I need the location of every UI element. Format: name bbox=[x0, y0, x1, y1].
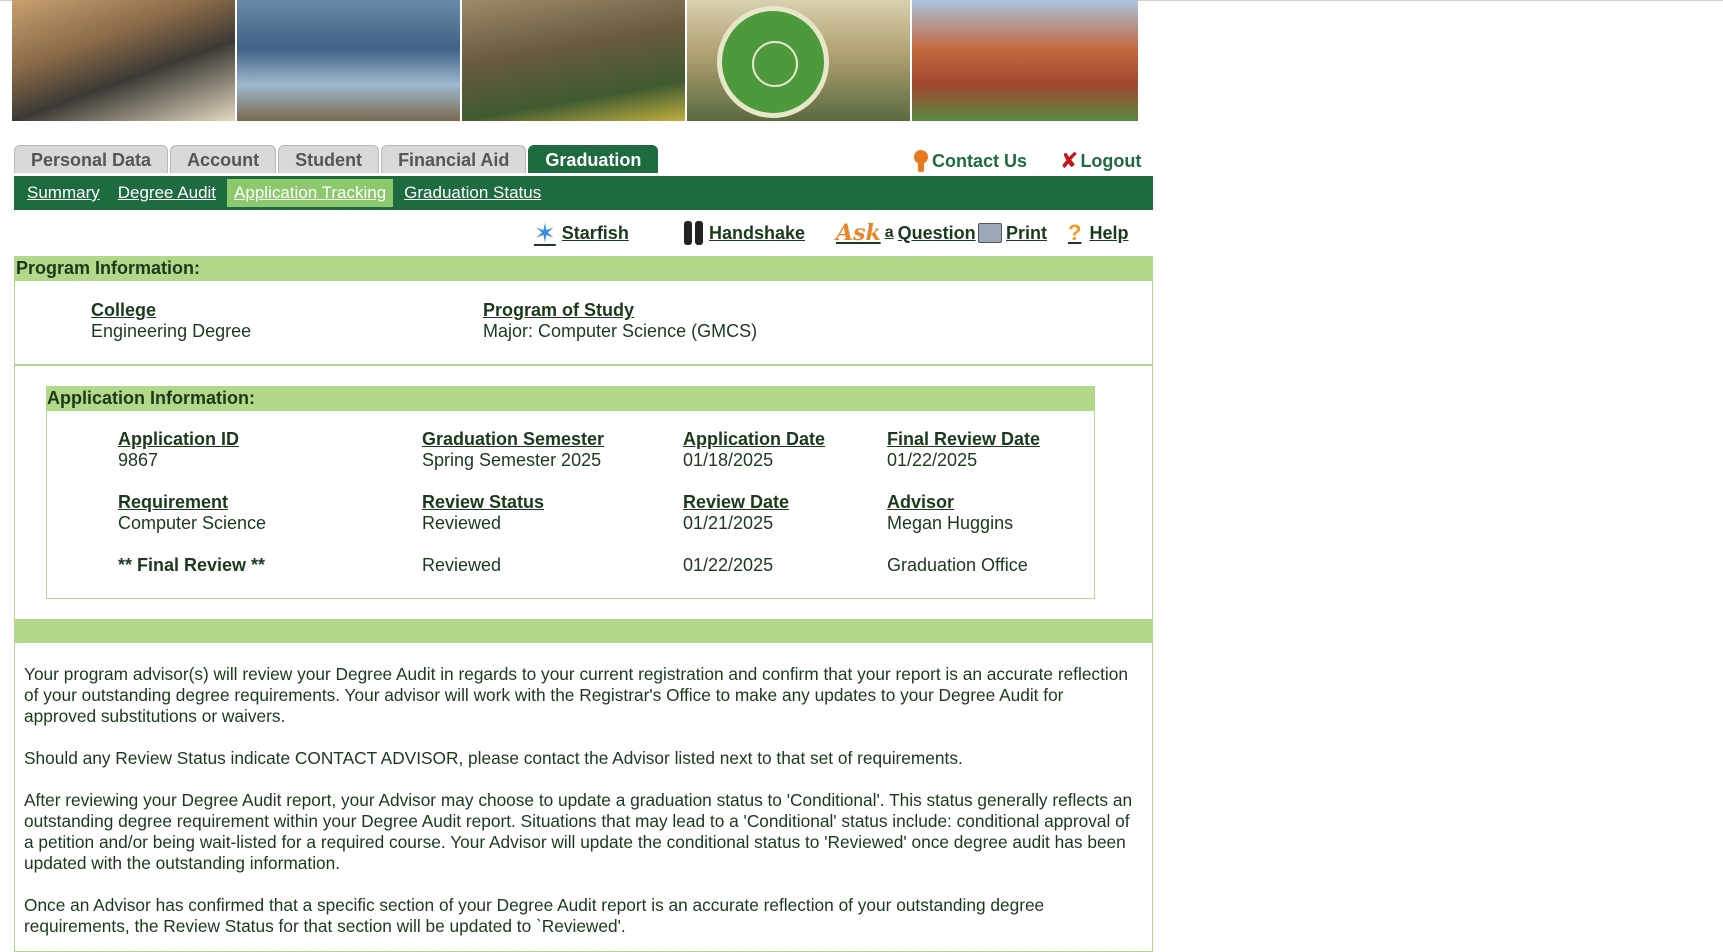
printer-icon bbox=[978, 223, 1002, 243]
subnav-summary[interactable]: Summary bbox=[20, 179, 107, 207]
tab-financial-aid[interactable]: Financial Aid bbox=[381, 145, 527, 173]
subnav-graduation-status[interactable]: Graduation Status bbox=[397, 179, 548, 207]
tab-graduation[interactable]: Graduation bbox=[528, 145, 659, 173]
requirement-label: Requirement bbox=[118, 492, 229, 512]
graduation-subnav: Summary Degree Audit Application Trackin… bbox=[14, 176, 1153, 210]
handshake-icon bbox=[683, 219, 705, 247]
university-seal-logo bbox=[717, 6, 829, 118]
review-status-label: Review Status bbox=[422, 492, 545, 512]
application-id-label: Application ID bbox=[118, 429, 239, 449]
tab-personal-data[interactable]: Personal Data bbox=[14, 145, 169, 173]
subnav-application-tracking[interactable]: Application Tracking bbox=[227, 179, 394, 207]
starfish-icon: ✶ bbox=[534, 217, 556, 248]
ask-a-question-link[interactable]: Ask a Question bbox=[836, 218, 976, 248]
graduation-semester-value: Spring Semester 2025 bbox=[422, 450, 602, 470]
banner-photo-campus bbox=[462, 0, 687, 121]
contact-us-link[interactable]: Contact Us bbox=[912, 149, 1027, 173]
logout-label: Logout bbox=[1080, 150, 1142, 171]
help-label: Help bbox=[1089, 222, 1129, 243]
application-date-label: Application Date bbox=[683, 429, 826, 449]
question-label: Question bbox=[897, 222, 976, 243]
advisor-label: Advisor bbox=[887, 492, 955, 512]
banner-photo-brick-building bbox=[912, 0, 1138, 121]
application-info-header: Application Information: bbox=[46, 386, 1095, 410]
requirement-value: Computer Science bbox=[118, 513, 267, 533]
help-icon: ? bbox=[1068, 220, 1082, 245]
info-paragraph-2: Should any Review Status indicate CONTAC… bbox=[24, 748, 963, 768]
starfish-link[interactable]: ✶ Starfish bbox=[534, 218, 629, 248]
tab-account[interactable]: Account bbox=[170, 145, 277, 173]
banner-photo-students bbox=[12, 0, 237, 121]
review-date-value: 01/21/2025 bbox=[683, 513, 774, 533]
final-review-requirement: ** Final Review ** bbox=[118, 555, 266, 575]
info-divider-bar bbox=[14, 620, 1153, 642]
tab-student[interactable]: Student bbox=[278, 145, 380, 173]
main-tabs: Personal Data Account Student Financial … bbox=[14, 145, 660, 173]
review-status-value: Reviewed bbox=[422, 513, 502, 533]
college-value: Engineering Degree bbox=[91, 321, 252, 341]
handshake-label: Handshake bbox=[709, 222, 806, 243]
graduation-semester-label: Graduation Semester bbox=[422, 429, 605, 449]
print-label: Print bbox=[1006, 222, 1048, 243]
contact-icon bbox=[912, 150, 930, 172]
subnav-degree-audit[interactable]: Degree Audit bbox=[111, 179, 223, 207]
header-banner bbox=[12, 0, 1138, 121]
print-link[interactable]: Print bbox=[978, 218, 1047, 248]
help-link[interactable]: ? Help bbox=[1068, 218, 1128, 248]
review-date-label: Review Date bbox=[683, 492, 790, 512]
application-id-value: 9867 bbox=[118, 450, 159, 470]
application-date-value: 01/18/2025 bbox=[683, 450, 774, 470]
final-review-date: 01/22/2025 bbox=[683, 555, 774, 575]
info-paragraph-3: After reviewing your Degree Audit report… bbox=[24, 790, 1133, 873]
final-review-date-value: 01/22/2025 bbox=[887, 450, 978, 470]
logout-link[interactable]: ✘ Logout bbox=[1060, 148, 1142, 173]
banner-photo-seal bbox=[687, 0, 912, 121]
ask-a-text: a bbox=[884, 224, 894, 241]
final-review-advisor: Graduation Office bbox=[887, 555, 1028, 575]
info-paragraph-4: Once an Advisor has confirmed that a spe… bbox=[24, 895, 1045, 936]
final-review-date-label: Final Review Date bbox=[887, 429, 1041, 449]
starfish-label: Starfish bbox=[561, 222, 629, 243]
contact-us-label: Contact Us bbox=[932, 150, 1028, 171]
banner-photo-building bbox=[237, 0, 462, 121]
college-label: College bbox=[91, 300, 157, 320]
final-review-status: Reviewed bbox=[422, 555, 502, 575]
close-icon: ✘ bbox=[1060, 148, 1079, 173]
program-of-study-label: Program of Study bbox=[483, 300, 635, 320]
program-of-study-value: Major: Computer Science (GMCS) bbox=[483, 321, 758, 341]
program-info-header: Program Information: bbox=[14, 256, 1153, 280]
info-paragraph-1: Your program advisor(s) will review your… bbox=[24, 664, 1128, 726]
advisor-value: Megan Huggins bbox=[887, 513, 1014, 533]
handshake-link[interactable]: Handshake bbox=[683, 218, 805, 248]
ask-icon: Ask bbox=[836, 220, 881, 246]
